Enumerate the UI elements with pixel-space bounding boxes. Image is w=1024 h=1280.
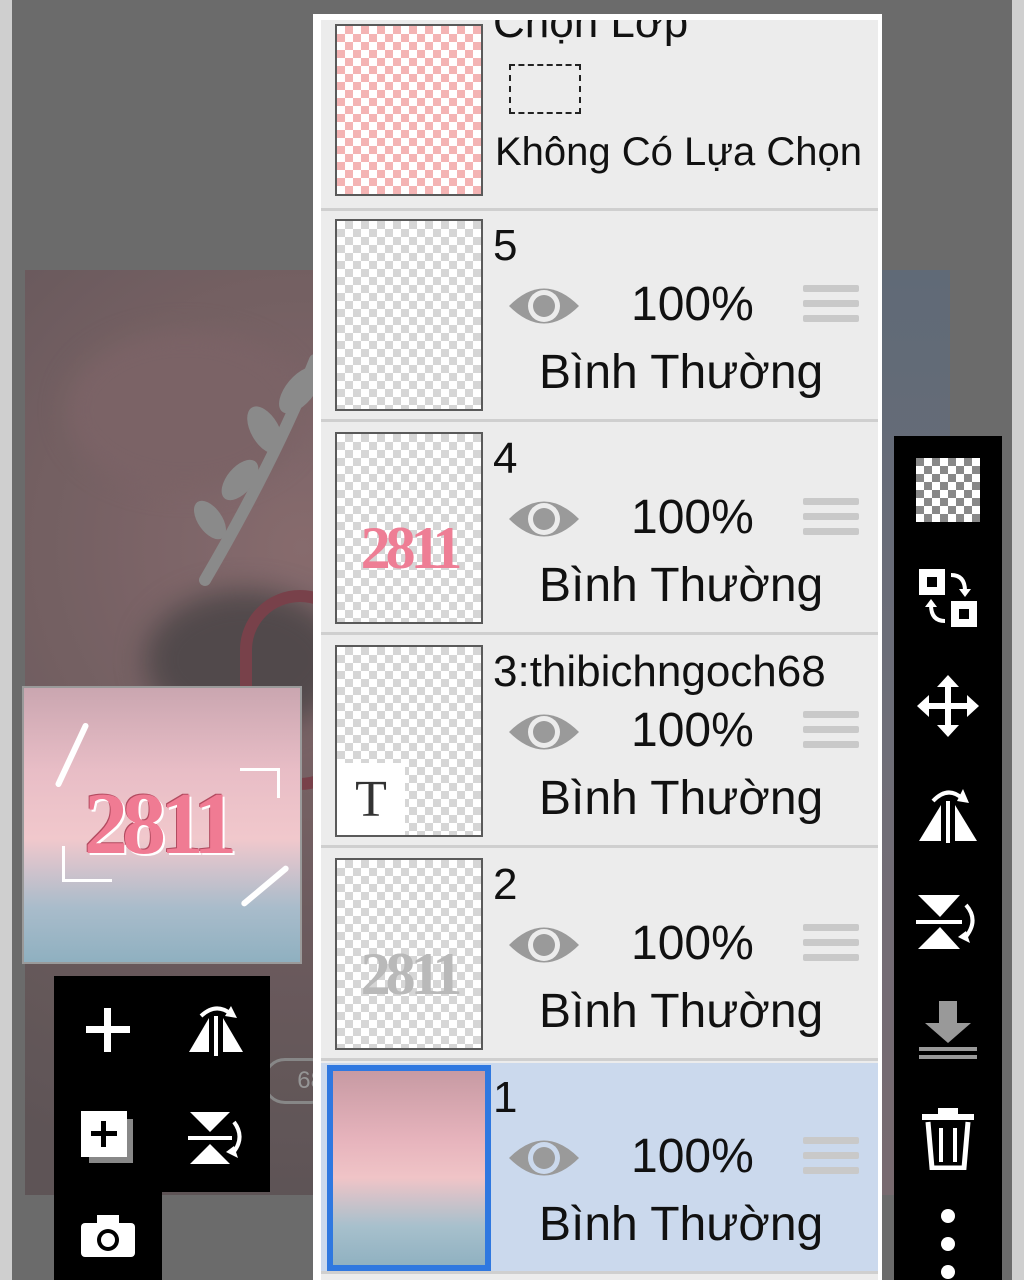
selection-thumbnail [335,24,483,196]
selection-layer-title: Chọn Lớp [493,20,689,47]
left-toolbar [54,976,270,1192]
layer-name: 5 [493,221,518,270]
flip-vertical-icon [188,1112,242,1164]
layer-thumbnail [335,219,483,411]
more-options-button[interactable] [894,1192,1002,1280]
swap-layer-button[interactable] [894,544,1002,652]
layer-thumbnail [327,1065,491,1271]
layer-name: 4 [493,434,518,483]
eye-icon[interactable] [507,1131,581,1185]
thumbnail-text: 2811 [360,941,463,1007]
layer-thumbnail: 2811 [335,432,483,624]
add-layer-button[interactable] [54,976,162,1084]
layer-thumbnail: T [335,645,483,837]
eye-icon[interactable] [507,918,581,972]
layers-list: Chọn Lớp Không Có Lựa Chọn 5 100% Bình T… [321,20,878,1280]
layer-opacity[interactable]: 100% [631,277,754,332]
left-frame [0,0,12,1280]
more-icon [941,1209,955,1279]
eye-icon[interactable] [507,279,581,333]
layer-opacity[interactable]: 100% [631,703,754,758]
transparency-icon [916,458,980,522]
drag-handle-icon[interactable] [803,498,859,542]
twig-decoration [194,354,321,586]
drag-handle-icon[interactable] [803,924,859,968]
eye-icon[interactable] [507,705,581,759]
drag-handle-icon[interactable] [803,711,859,755]
blend-mode[interactable]: Bình Thường [539,345,823,400]
text-layer-badge: T [337,763,405,835]
move-button[interactable] [894,652,1002,760]
layers-panel: Chọn Lớp Không Có Lựa Chọn 5 100% Bình T… [313,14,882,1280]
layer-opacity[interactable]: 100% [631,916,754,971]
layer-row[interactable]: 5 100% Bình Thường [321,211,878,422]
left-toolbar-extension [54,1192,162,1280]
twig-decoration [240,864,290,908]
trash-icon [922,1108,974,1170]
layer-row-selected[interactable]: 1 100% Bình Thường [321,1063,878,1274]
selection-marquee-icon [509,64,581,114]
blend-mode[interactable]: Bình Thường [539,771,823,826]
right-toolbar [894,436,1002,1280]
blend-mode[interactable]: Bình Thường [539,558,823,613]
duplicate-layer-button[interactable] [54,1084,162,1192]
preview-text: 2811 [84,776,237,873]
plus-icon [86,1008,130,1052]
flip-horizontal-button[interactable] [894,760,1002,868]
merge-down-button[interactable] [894,976,1002,1084]
move-icon [917,675,979,737]
corner-decoration [240,768,280,798]
flip-vertical-button[interactable] [894,868,1002,976]
layer-name: 1 [493,1073,518,1122]
merge-down-icon [919,1001,977,1059]
flip-horizontal-button[interactable] [162,976,270,1084]
swap-layer-icon [919,569,977,627]
transparency-button[interactable] [894,436,1002,544]
eye-icon[interactable] [507,492,581,546]
layer-row[interactable]: 2811 4 100% Bình Thường [321,424,878,635]
layer-row[interactable]: 2811 2 100% Bình Thường [321,850,878,1061]
layer-name: 3:thibichngoch68 [493,647,826,696]
canvas-preview[interactable]: 2811 [22,686,302,964]
selection-layer-row[interactable]: Chọn Lớp Không Có Lựa Chọn [321,20,878,211]
layer-opacity[interactable]: 100% [631,1129,754,1184]
selection-status: Không Có Lựa Chọn [495,130,863,174]
add-layer-icon [81,1111,133,1163]
layer-opacity[interactable]: 100% [631,490,754,545]
right-frame [1012,0,1024,1280]
flip-horizontal-icon [919,789,977,843]
camera-button[interactable] [54,1192,162,1280]
flip-vertical-button[interactable] [162,1084,270,1192]
drag-handle-icon[interactable] [803,1137,859,1181]
thumbnail-text: 2811 [360,515,463,581]
layer-thumbnail: 2811 [335,858,483,1050]
flip-vertical-icon [916,895,975,949]
blend-mode[interactable]: Bình Thường [539,1197,823,1252]
blend-mode[interactable]: Bình Thường [539,984,823,1039]
layer-row[interactable]: T 3:thibichngoch68 100% Bình Thường [321,637,878,848]
drag-handle-icon[interactable] [803,285,859,329]
delete-layer-button[interactable] [894,1084,1002,1192]
layer-name: 2 [493,860,518,909]
flip-horizontal-icon [189,1006,243,1056]
camera-icon [81,1215,135,1257]
